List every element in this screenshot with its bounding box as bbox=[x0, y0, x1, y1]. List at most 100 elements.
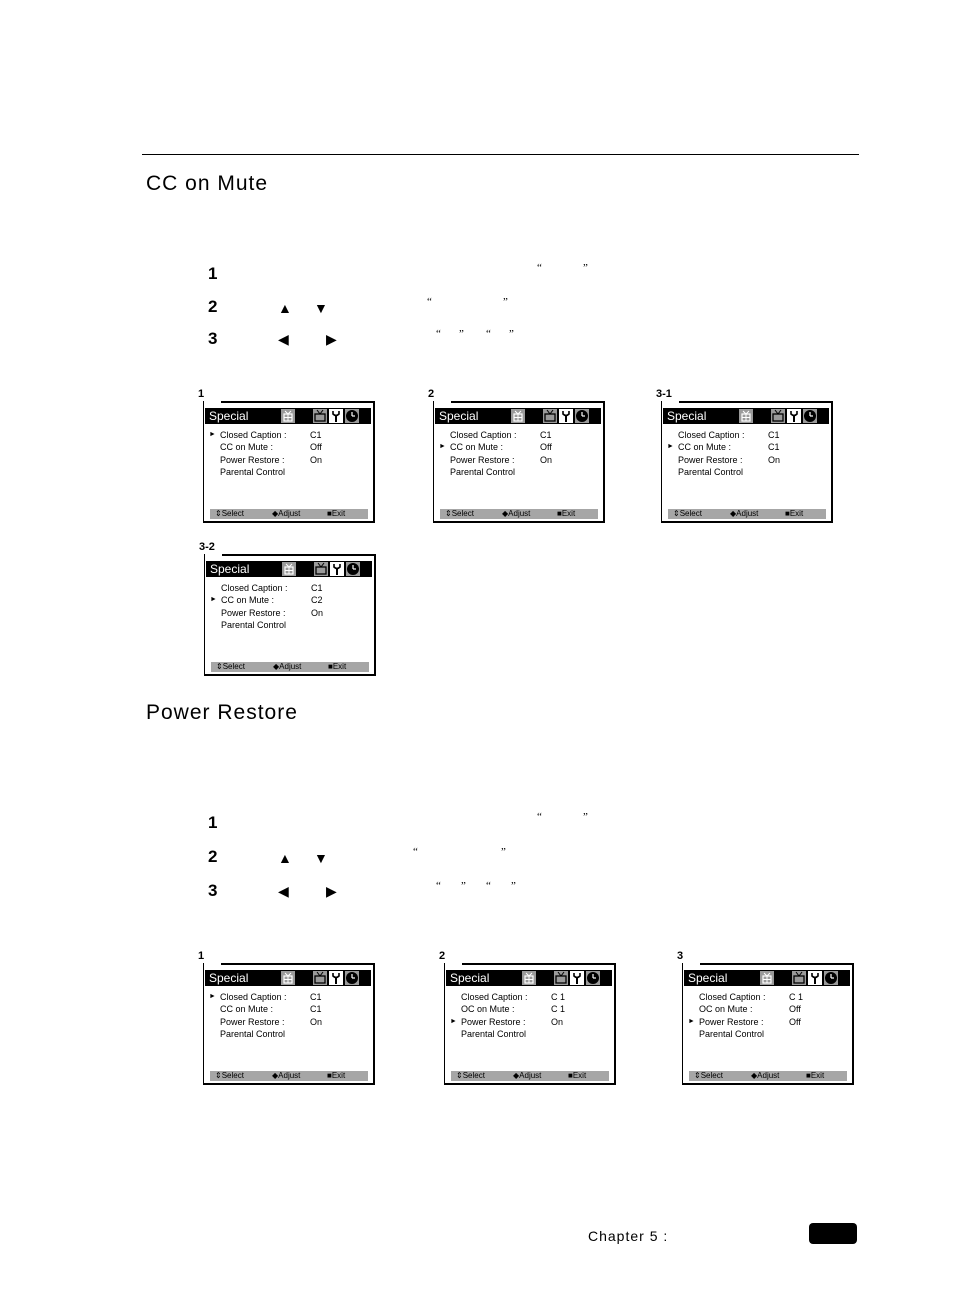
select-hint: ⇕Select bbox=[215, 1071, 244, 1081]
gift-icon bbox=[281, 409, 295, 423]
menu-item[interactable]: Closed Caption : C1 bbox=[667, 429, 827, 441]
menu-item[interactable]: CC on Mute : C1 bbox=[209, 1003, 369, 1015]
exit-hint: ■Exit bbox=[327, 1071, 345, 1081]
section-title-power-restore: Power Restore bbox=[146, 701, 298, 724]
menu-item[interactable]: Closed Caption : C1 bbox=[439, 429, 599, 441]
screen-frame-line bbox=[222, 554, 376, 556]
exit-hint-label: Exit bbox=[331, 1071, 346, 1080]
exit-hint-label: Exit bbox=[332, 662, 347, 671]
adjust-hint: ◆Adjust bbox=[513, 1071, 541, 1081]
menu-item[interactable]: Closed Caption : C 1 bbox=[450, 991, 610, 1003]
select-hint-label: Select bbox=[700, 1071, 723, 1080]
menu-title: Special bbox=[667, 409, 707, 423]
menu-item-label: Closed Caption : bbox=[220, 992, 287, 1002]
menu-item[interactable]: ► Closed Caption : C1 bbox=[209, 429, 369, 441]
quote-close: ” bbox=[459, 328, 464, 340]
menu-item[interactable]: Power Restore : On bbox=[209, 454, 369, 466]
menu-footer-bar: ⇕Select ◆Adjust ■Exit bbox=[211, 662, 369, 672]
exit-hint: ■Exit bbox=[806, 1071, 824, 1081]
menu-item-label: OC on Mute : bbox=[699, 1004, 753, 1015]
select-icon: ⇕ bbox=[456, 1071, 463, 1080]
menu-item-label: Closed Caption : bbox=[699, 992, 766, 1002]
menu-item-label: Closed Caption : bbox=[678, 430, 745, 440]
menu-item-label: Parental Control bbox=[461, 1028, 527, 1039]
menu-item[interactable]: ► CC on Mute : C2 bbox=[210, 594, 370, 606]
wrench-icon bbox=[329, 409, 343, 423]
adjust-hint: ◆Adjust bbox=[730, 509, 758, 519]
menu-item[interactable]: CC on Mute : Off bbox=[209, 441, 369, 453]
adjust-hint: ◆Adjust bbox=[502, 509, 530, 519]
menu-item-label: CC on Mute : bbox=[221, 595, 275, 606]
menu-footer-bar: ⇕Select ◆Adjust ■Exit bbox=[210, 509, 368, 519]
menu-footer-bar: ⇕Select ◆Adjust ■Exit bbox=[210, 1071, 368, 1081]
pointer-icon: ► bbox=[209, 993, 216, 1000]
quote-open: “ bbox=[486, 880, 491, 892]
menu-item[interactable]: Power Restore : On bbox=[439, 454, 599, 466]
menu-title: Special bbox=[209, 971, 249, 985]
menu-item[interactable]: Parental Control bbox=[688, 1028, 848, 1040]
menu-item[interactable]: ► CC on Mute : C1 bbox=[667, 441, 827, 453]
pointer-icon: ► bbox=[209, 431, 216, 438]
menu-header: Special bbox=[205, 970, 371, 986]
menu-item-label: Power Restore : bbox=[678, 454, 743, 465]
menu-item-label: Parental Control bbox=[221, 619, 287, 630]
menu-item-label: Parental Control bbox=[450, 466, 516, 477]
clock-icon bbox=[345, 409, 359, 423]
select-icon: ⇕ bbox=[694, 1071, 701, 1080]
menu-item-value: C1 bbox=[310, 1004, 322, 1015]
menu-item[interactable]: Parental Control bbox=[209, 1028, 369, 1040]
menu-header: Special bbox=[663, 408, 829, 424]
menu-item[interactable]: ► CC on Mute : Off bbox=[439, 441, 599, 453]
select-icon: ⇕ bbox=[445, 509, 452, 518]
menu-item[interactable]: Closed Caption : C 1 bbox=[688, 991, 848, 1003]
menu-header: Special bbox=[435, 408, 601, 424]
menu-item[interactable]: Parental Control bbox=[450, 1028, 610, 1040]
exit-hint-label: Exit bbox=[331, 509, 346, 518]
menu-footer-bar: ⇕Select ◆Adjust ■Exit bbox=[451, 1071, 609, 1081]
exit-hint: ■Exit bbox=[568, 1071, 586, 1081]
quote-close: ” bbox=[583, 811, 588, 823]
header-rule bbox=[142, 154, 859, 155]
menu-item[interactable]: Power Restore : On bbox=[210, 607, 370, 619]
menu-title: Special bbox=[209, 409, 249, 423]
menu-item[interactable]: OC on Mute : C 1 bbox=[450, 1003, 610, 1015]
menu-screen: 3-1 Special Closed Caption : C1 ► CC on Mute … bbox=[656, 388, 833, 523]
menu-item[interactable]: OC on Mute : Off bbox=[688, 1003, 848, 1015]
menu-item[interactable]: ► Power Restore : Off bbox=[688, 1016, 848, 1028]
menu-item[interactable]: Parental Control bbox=[209, 466, 369, 478]
menu-screen: 3-2 Special Closed Caption : C1 ► CC on Mute … bbox=[199, 541, 376, 676]
menu-item[interactable]: Parental Control bbox=[210, 619, 370, 631]
gift-icon bbox=[511, 409, 525, 423]
select-hint-label: Select bbox=[221, 509, 244, 518]
menu-item[interactable]: ► Power Restore : On bbox=[450, 1016, 610, 1028]
adjust-hint-label: Adjust bbox=[508, 509, 531, 518]
menu-item-value: Off bbox=[789, 1004, 801, 1015]
menu-item-label: Power Restore : bbox=[220, 1016, 285, 1027]
menu-item[interactable]: Closed Caption : C1 bbox=[210, 582, 370, 594]
menu-item[interactable]: Parental Control bbox=[439, 466, 599, 478]
pointer-icon: ► bbox=[210, 596, 217, 604]
exit-hint-label: Exit bbox=[572, 1071, 587, 1080]
menu-item[interactable]: ► Closed Caption : C1 bbox=[209, 991, 369, 1003]
screen-step-label: 3-2 bbox=[199, 541, 217, 553]
menu-item-label: Power Restore : bbox=[220, 454, 285, 465]
menu-list: Closed Caption : C1 ► CC on Mute : C2 Power R… bbox=[210, 582, 370, 631]
select-hint: ⇕Select bbox=[673, 509, 702, 519]
menu-item-value: Off bbox=[310, 442, 322, 453]
select-hint-label: Select bbox=[221, 1071, 244, 1080]
right-arrow-icon: ▶ bbox=[326, 883, 337, 899]
menu-item[interactable]: Power Restore : On bbox=[667, 454, 827, 466]
select-hint-label: Select bbox=[462, 1071, 485, 1080]
menu-item[interactable]: Parental Control bbox=[667, 466, 827, 478]
menu-header: Special bbox=[684, 970, 850, 986]
adjust-hint: ◆Adjust bbox=[273, 662, 301, 672]
menu-item-value: C2 bbox=[311, 595, 323, 606]
menu-list: Closed Caption : C1 ► CC on Mute : Off Power … bbox=[439, 429, 599, 478]
quote-close: ” bbox=[461, 880, 466, 892]
right-arrow-icon: ▶ bbox=[326, 331, 337, 347]
exit-hint: ■Exit bbox=[557, 509, 575, 519]
menu-item[interactable]: Power Restore : On bbox=[209, 1016, 369, 1028]
pointer-icon: ► bbox=[688, 1017, 695, 1025]
menu-item-value: Off bbox=[540, 442, 552, 453]
step-number: 2 bbox=[208, 297, 218, 316]
